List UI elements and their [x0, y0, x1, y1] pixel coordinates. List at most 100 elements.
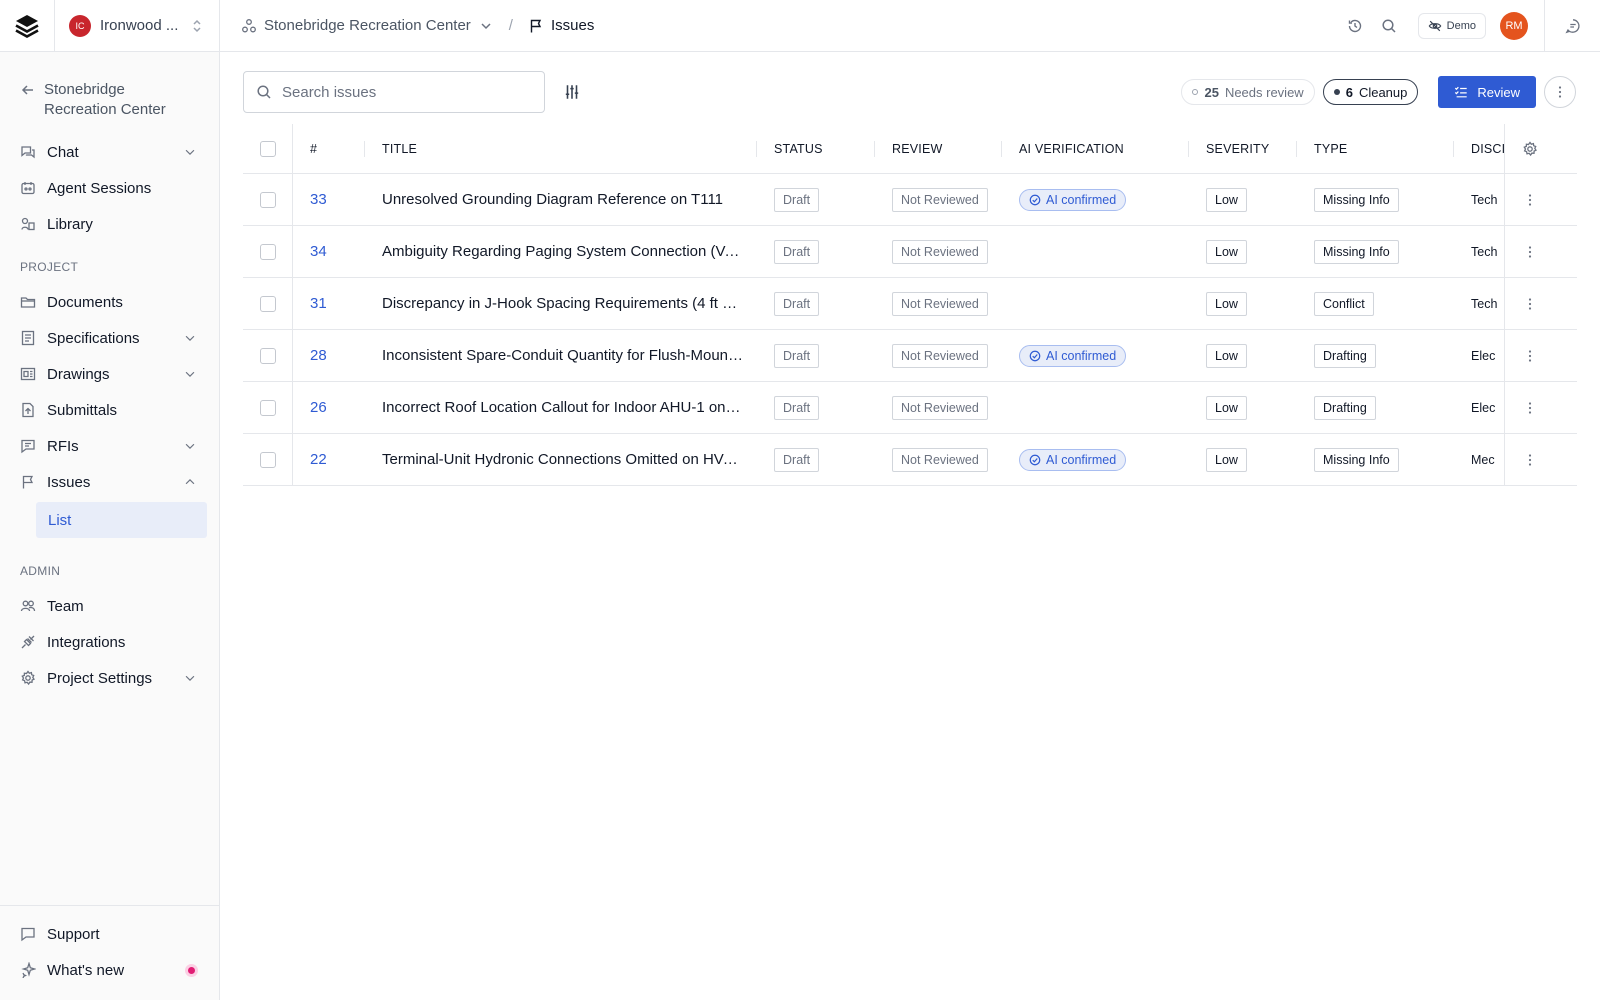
issue-title[interactable]: Unresolved Grounding Diagram Reference o… — [382, 191, 723, 208]
search-field[interactable] — [243, 71, 545, 113]
row-actions-button[interactable] — [1505, 382, 1555, 433]
column-settings-button[interactable] — [1505, 124, 1555, 173]
sidebar-subitem-list[interactable]: List — [36, 502, 207, 538]
review-button[interactable]: Review — [1438, 76, 1536, 108]
org-switcher[interactable]: IC Ironwood ... — [55, 0, 220, 52]
row-checkbox[interactable] — [260, 399, 276, 416]
review-badge[interactable]: Not Reviewed — [892, 239, 988, 264]
issue-number-link[interactable]: 28 — [310, 347, 327, 364]
severity-badge[interactable]: Low — [1206, 291, 1247, 316]
chevron-down-icon[interactable] — [183, 671, 197, 685]
status-badge[interactable]: Draft — [774, 447, 820, 472]
row-actions-button[interactable] — [1505, 330, 1555, 381]
search-input[interactable] — [282, 83, 522, 101]
select-all-checkbox[interactable] — [260, 140, 276, 157]
ai-confirmed-badge[interactable]: AI confirmed — [1019, 188, 1127, 211]
review-badge[interactable]: Not Reviewed — [892, 291, 988, 316]
sidebar-item-drawings[interactable]: Drawings — [0, 356, 219, 392]
app-logo[interactable] — [0, 0, 55, 52]
row-actions-button[interactable] — [1505, 174, 1555, 225]
cleanup-filter[interactable]: 6 Cleanup — [1322, 79, 1419, 105]
filter-button[interactable] — [555, 75, 589, 109]
search-button[interactable] — [1372, 9, 1406, 43]
issue-title[interactable]: Inconsistent Spare-Conduit Quantity for … — [382, 347, 744, 364]
header-num[interactable]: # — [293, 124, 365, 173]
status-badge[interactable]: Draft — [774, 239, 820, 264]
type-badge[interactable]: Drafting — [1314, 395, 1376, 420]
table-row[interactable]: 22 Terminal-Unit Hydronic Connections Om… — [243, 434, 1577, 486]
type-badge[interactable]: Drafting — [1314, 343, 1376, 368]
severity-badge[interactable]: Low — [1206, 447, 1247, 472]
chevron-down-icon[interactable] — [183, 439, 197, 453]
chevron-down-icon[interactable] — [183, 331, 197, 345]
sidebar-item-agent-sessions[interactable]: Agent Sessions — [0, 170, 219, 206]
sidebar-item-support[interactable]: Support — [0, 916, 219, 952]
sidebar-item-team[interactable]: Team — [0, 588, 219, 624]
ai-confirmed-badge[interactable]: AI confirmed — [1019, 344, 1127, 367]
review-badge[interactable]: Not Reviewed — [892, 395, 988, 420]
issue-number-link[interactable]: 34 — [310, 243, 327, 260]
chevron-down-icon[interactable] — [183, 367, 197, 381]
table-row[interactable]: 28 Inconsistent Spare-Conduit Quantity f… — [243, 330, 1577, 382]
issue-title[interactable]: Terminal-Unit Hydronic Connections Omitt… — [382, 451, 744, 468]
chevron-up-icon[interactable] — [183, 475, 197, 489]
status-badge[interactable]: Draft — [774, 395, 820, 420]
header-ai-verification[interactable]: AI VERIFICATION — [1002, 124, 1189, 173]
user-avatar[interactable]: RM — [1500, 11, 1528, 40]
severity-badge[interactable]: Low — [1206, 239, 1247, 264]
ai-confirmed-badge[interactable]: AI confirmed — [1019, 448, 1127, 471]
severity-badge[interactable]: Low — [1206, 187, 1247, 212]
status-badge[interactable]: Draft — [774, 187, 820, 212]
header-discipline[interactable]: DISCI — [1454, 124, 1505, 173]
review-badge[interactable]: Not Reviewed — [892, 187, 988, 212]
demo-mode-toggle[interactable]: Demo — [1417, 12, 1486, 39]
sidebar-item-submittals[interactable]: Submittals — [0, 392, 219, 428]
type-badge[interactable]: Missing Info — [1314, 239, 1399, 264]
row-checkbox[interactable] — [260, 243, 276, 260]
more-options-button[interactable] — [1544, 76, 1576, 108]
type-badge[interactable]: Missing Info — [1314, 187, 1399, 212]
row-actions-button[interactable] — [1505, 278, 1555, 329]
status-badge[interactable]: Draft — [774, 291, 820, 316]
issue-title[interactable]: Ambiguity Regarding Paging System Connec… — [382, 243, 744, 260]
sidebar-item-chat[interactable]: Chat — [0, 134, 219, 170]
sidebar-item-integrations[interactable]: Integrations — [0, 624, 219, 660]
sidebar-item-documents[interactable]: Documents — [0, 284, 219, 320]
sidebar-item-whats-new[interactable]: What's new — [0, 952, 219, 988]
sidebar-item-library[interactable]: Library — [0, 206, 219, 242]
header-severity[interactable]: SEVERITY — [1189, 124, 1297, 173]
header-status[interactable]: STATUS — [757, 124, 875, 173]
type-badge[interactable]: Missing Info — [1314, 447, 1399, 472]
table-row[interactable]: 34 Ambiguity Regarding Paging System Con… — [243, 226, 1577, 278]
review-badge[interactable]: Not Reviewed — [892, 343, 988, 368]
chevron-down-icon[interactable] — [478, 18, 494, 34]
issue-title[interactable]: Discrepancy in J-Hook Spacing Requiremen… — [382, 295, 744, 312]
sidebar-item-project-settings[interactable]: Project Settings — [0, 660, 219, 696]
sidebar-item-rfis[interactable]: RFIs — [0, 428, 219, 464]
row-checkbox[interactable] — [260, 347, 276, 364]
header-type[interactable]: TYPE — [1297, 124, 1454, 173]
header-review[interactable]: REVIEW — [875, 124, 1002, 173]
table-row[interactable]: 31 Discrepancy in J-Hook Spacing Require… — [243, 278, 1577, 330]
row-checkbox[interactable] — [260, 295, 276, 312]
row-actions-button[interactable] — [1505, 434, 1555, 485]
issue-number-link[interactable]: 26 — [310, 399, 327, 416]
sidebar-item-specifications[interactable]: Specifications — [0, 320, 219, 356]
row-checkbox[interactable] — [260, 191, 276, 208]
table-row[interactable]: 26 Incorrect Roof Location Callout for I… — [243, 382, 1577, 434]
type-badge[interactable]: Conflict — [1314, 291, 1374, 316]
issue-number-link[interactable]: 22 — [310, 451, 327, 468]
sidebar-item-issues[interactable]: Issues — [0, 464, 219, 500]
table-row[interactable]: 33 Unresolved Grounding Diagram Referenc… — [243, 174, 1577, 226]
needs-review-filter[interactable]: 25 Needs review — [1181, 79, 1315, 105]
issue-number-link[interactable]: 33 — [310, 191, 327, 208]
history-button[interactable] — [1338, 9, 1372, 43]
row-actions-button[interactable] — [1505, 226, 1555, 277]
review-badge[interactable]: Not Reviewed — [892, 447, 988, 472]
header-title[interactable]: TITLE — [365, 124, 757, 173]
status-badge[interactable]: Draft — [774, 343, 820, 368]
back-to-project[interactable]: Stonebridge Recreation Center — [0, 52, 219, 120]
severity-badge[interactable]: Low — [1206, 395, 1247, 420]
chevron-down-icon[interactable] — [183, 145, 197, 159]
row-checkbox[interactable] — [260, 451, 276, 468]
